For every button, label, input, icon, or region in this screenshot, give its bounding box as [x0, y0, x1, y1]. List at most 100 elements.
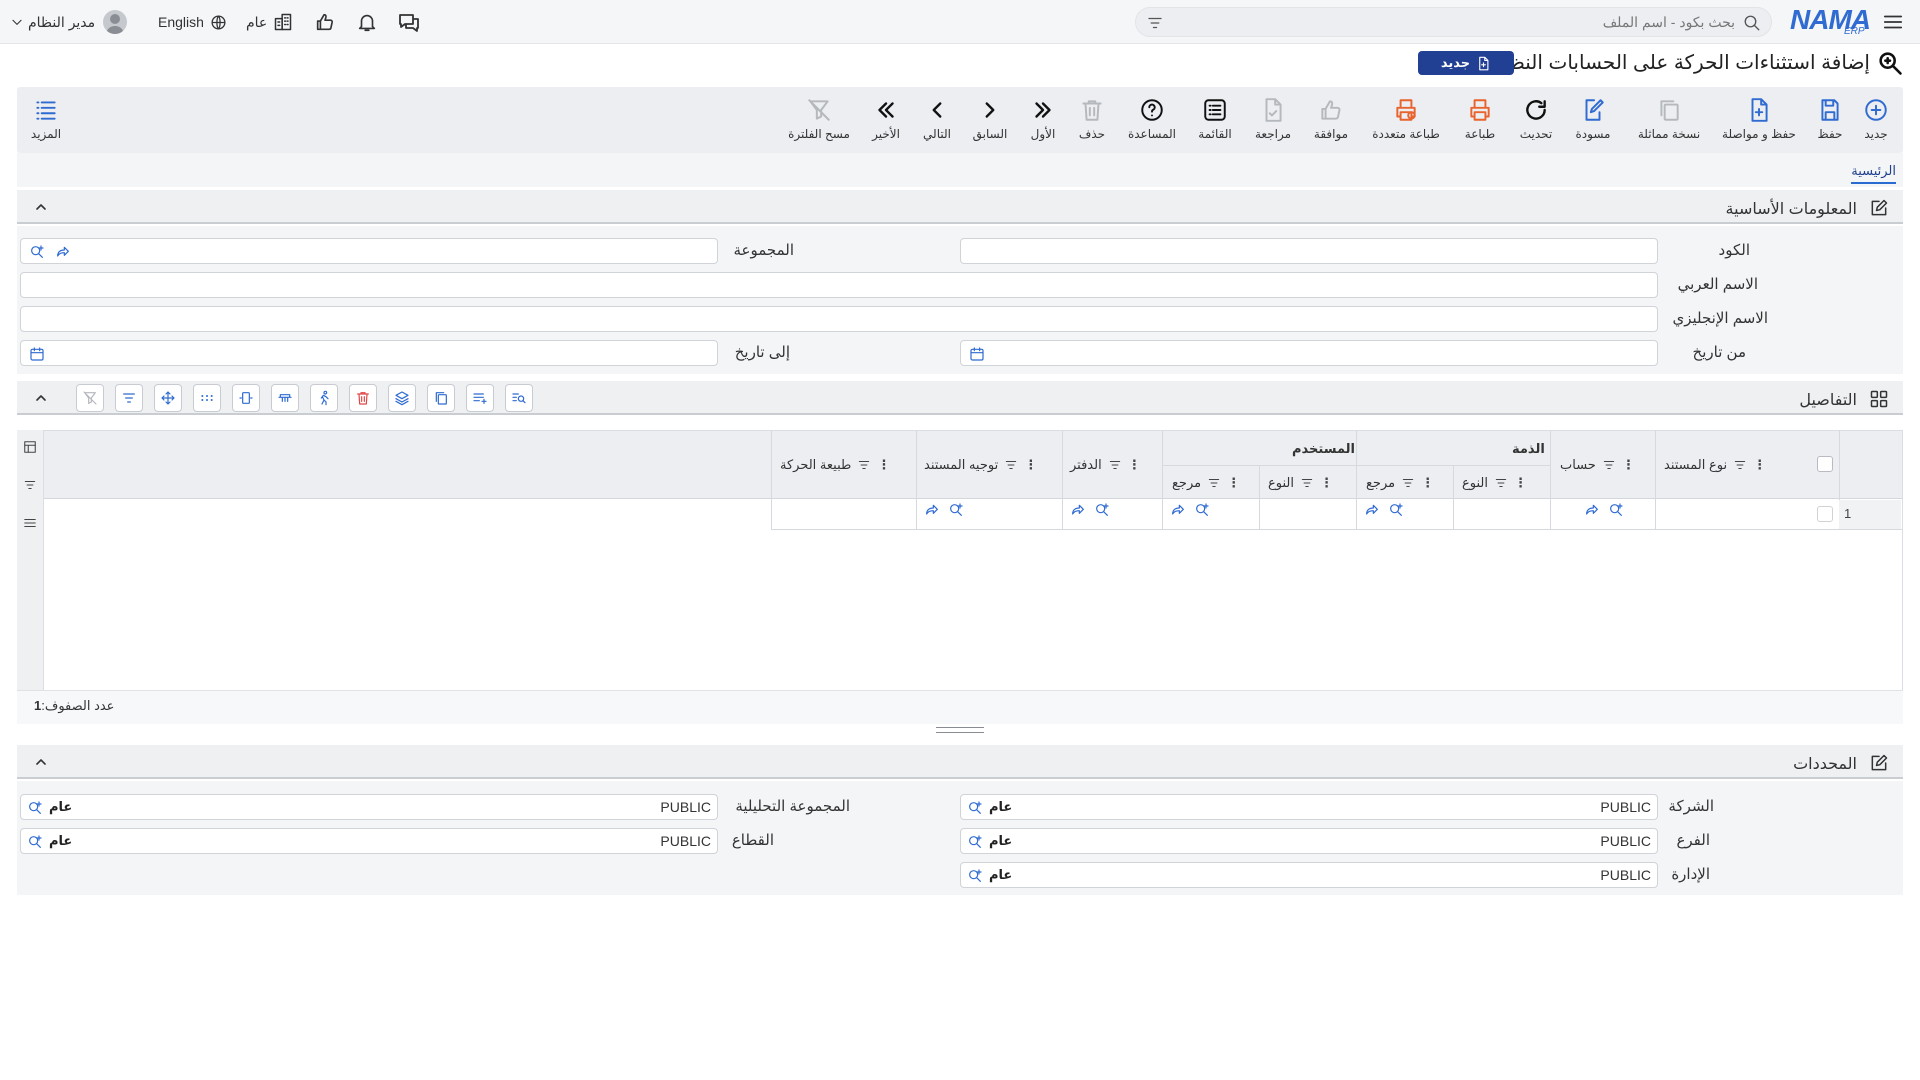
sector-field[interactable]: عام PUBLIC [20, 828, 718, 854]
select-all-checkbox[interactable] [1817, 456, 1833, 472]
filter-lines-icon[interactable] [1494, 476, 1508, 490]
draft-button[interactable]: مسودة [1572, 87, 1614, 153]
branch-field[interactable]: عام PUBLIC [960, 828, 1658, 854]
delete-button[interactable]: حذف [1076, 87, 1108, 153]
share-icon[interactable] [1584, 502, 1600, 518]
multi-print-button[interactable]: طباعة متعددة [1370, 87, 1442, 153]
column-menu-icon[interactable]: ⋮ [1622, 457, 1635, 473]
calendar-icon[interactable] [969, 346, 985, 362]
save-button[interactable]: حفظ [1812, 87, 1848, 153]
search-bar[interactable] [1135, 7, 1772, 37]
fit-columns-icon[interactable] [232, 384, 260, 412]
column-menu-icon[interactable]: ⋮ [1128, 457, 1141, 473]
move-icon[interactable] [154, 384, 182, 412]
trash-icon[interactable] [349, 384, 377, 412]
filter-lines-icon[interactable] [1401, 476, 1415, 490]
row-checkbox[interactable] [1817, 506, 1833, 522]
company-field[interactable]: عام PUBLIC [960, 794, 1658, 820]
more-button[interactable]: المزيد [28, 87, 64, 153]
list-button[interactable]: القائمة [1196, 87, 1234, 153]
dots-grid-icon[interactable] [193, 384, 221, 412]
filter-lines-icon[interactable] [1108, 458, 1122, 472]
review-button[interactable]: مراجعة [1254, 87, 1292, 153]
scope-switch[interactable]: عام [246, 10, 293, 34]
filter-lines-icon[interactable] [1004, 458, 1018, 472]
basic-info-section-header[interactable]: المعلومات الأساسية [17, 190, 1903, 224]
arabic-name-field[interactable] [20, 272, 1658, 298]
last-button[interactable]: الأخير [868, 87, 904, 153]
search-plus-icon[interactable] [967, 800, 983, 816]
filter-icon[interactable] [1146, 14, 1164, 32]
chevron-up-icon[interactable] [33, 754, 49, 770]
share-icon[interactable] [1070, 502, 1086, 518]
search-plus-icon[interactable] [1388, 502, 1404, 518]
search-plus-icon[interactable] [967, 868, 983, 884]
column-menu-icon[interactable]: ⋮ [1320, 475, 1333, 491]
search-plus-icon[interactable] [1608, 502, 1624, 518]
column-menu-icon[interactable]: ⋮ [1024, 457, 1037, 473]
layers-icon[interactable] [388, 384, 416, 412]
menu-icon[interactable] [23, 516, 37, 530]
search-plus-icon[interactable] [1094, 502, 1110, 518]
analytic-group-field[interactable]: عام PUBLIC [20, 794, 718, 820]
chevron-up-icon[interactable] [33, 390, 49, 406]
menu-icon[interactable] [1882, 11, 1904, 33]
column-header-dhimma-ref[interactable]: ⋮ مرجع [1366, 475, 1434, 491]
search-plus-icon[interactable] [948, 502, 964, 518]
clear-filter-button[interactable]: مسح الفلترة [786, 87, 852, 153]
share-icon[interactable] [55, 244, 71, 260]
code-field[interactable] [960, 238, 1658, 264]
filter-lines-icon[interactable] [1602, 458, 1616, 472]
first-button[interactable]: الأول [1026, 87, 1060, 153]
share-icon[interactable] [1364, 502, 1380, 518]
column-menu-icon[interactable]: ⋮ [877, 457, 890, 473]
filter-lines-icon[interactable] [23, 478, 37, 492]
help-button[interactable]: المساعدة [1126, 87, 1178, 153]
column-menu-icon[interactable]: ⋮ [1421, 475, 1434, 491]
calendar-icon[interactable] [29, 346, 45, 362]
next-button[interactable]: التالي [920, 87, 954, 153]
column-header-user-type[interactable]: ⋮ النوع [1268, 475, 1333, 491]
filter-lines-icon[interactable] [1300, 476, 1314, 490]
clear-filter-icon[interactable] [76, 384, 104, 412]
table-icon[interactable] [23, 440, 37, 454]
bell-icon[interactable] [356, 10, 378, 34]
filter-lines-icon[interactable] [1207, 476, 1221, 490]
previous-button[interactable]: السابق [972, 87, 1008, 153]
print-button[interactable]: طباعة [1462, 87, 1498, 153]
column-menu-icon[interactable]: ⋮ [1227, 475, 1240, 491]
refresh-button[interactable]: تحديث [1518, 87, 1554, 153]
language-switch[interactable]: English [158, 10, 227, 34]
chevron-up-icon[interactable] [33, 199, 49, 215]
search-list-icon[interactable] [505, 384, 533, 412]
chat-icon[interactable] [397, 10, 421, 34]
share-icon[interactable] [924, 502, 940, 518]
column-menu-icon[interactable]: ⋮ [1514, 475, 1527, 491]
table-split-icon[interactable] [271, 384, 299, 412]
search-plus-icon[interactable] [967, 834, 983, 850]
department-field[interactable]: عام PUBLIC [960, 862, 1658, 888]
search-plus-icon[interactable] [29, 244, 45, 260]
nama-logo[interactable]: NAMA ERP [1790, 4, 1872, 38]
search-plus-icon[interactable] [27, 834, 43, 850]
user-menu[interactable]: مدير النظام [10, 10, 128, 34]
filter-lines-icon[interactable] [857, 458, 871, 472]
column-menu-icon[interactable]: ⋮ [1753, 457, 1766, 473]
column-header-doc-type[interactable]: ⋮ نوع المستند [1664, 457, 1766, 473]
to-date-field[interactable] [20, 340, 718, 366]
filter-lines-icon[interactable] [1733, 458, 1747, 472]
details-section-header[interactable]: التفاصيل [17, 381, 1903, 415]
filter-lines-icon[interactable] [115, 384, 143, 412]
duplicate-button[interactable]: نسخة مماثلة [1634, 87, 1704, 153]
running-icon[interactable] [310, 384, 338, 412]
from-date-field[interactable] [960, 340, 1658, 366]
dimensions-section-header[interactable]: المحددات [17, 745, 1903, 779]
add-row-icon[interactable] [466, 384, 494, 412]
column-header-account[interactable]: ⋮ حساب [1560, 457, 1635, 473]
new-button[interactable]: جديد [1858, 87, 1894, 153]
save-continue-button[interactable]: حفظ و مواصلة [1718, 87, 1800, 153]
column-header-dhimma-type[interactable]: ⋮ النوع [1462, 475, 1527, 491]
search-plus-icon[interactable] [27, 800, 43, 816]
breadcrumb[interactable]: الرئيسية [1851, 163, 1896, 184]
thumbs-up-icon[interactable] [314, 10, 336, 34]
